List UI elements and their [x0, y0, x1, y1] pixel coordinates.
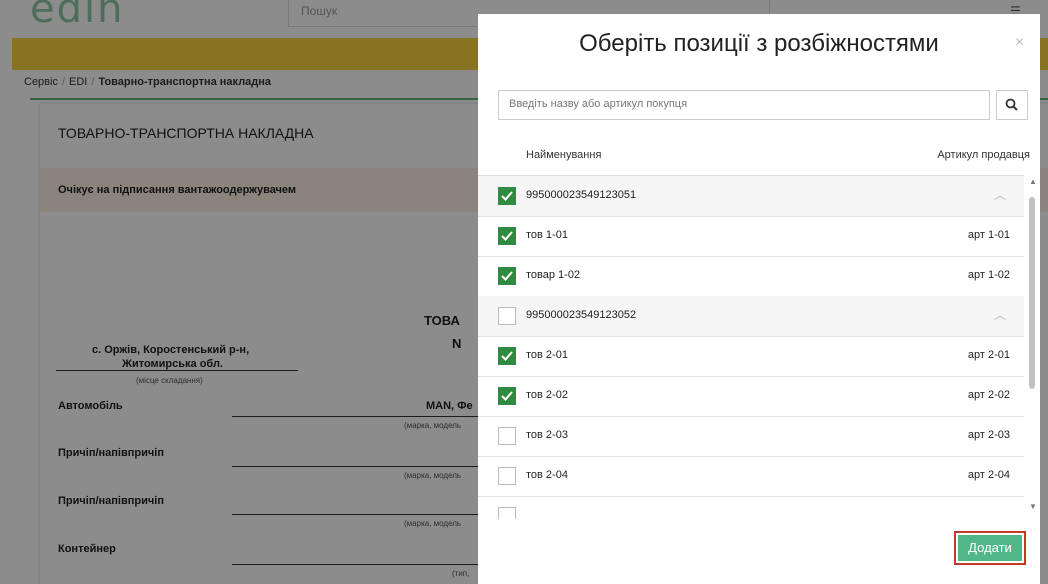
item-row[interactable] — [478, 496, 1024, 519]
checkbox[interactable] — [498, 227, 516, 245]
list-scrollbar[interactable]: ▲ ▼ — [1026, 175, 1038, 518]
position-list[interactable]: 995000023549123051 ︿ тов 1-01 арт 1-01 товар… — [478, 175, 1024, 519]
chevron-up-icon[interactable]: ︿ — [994, 306, 1006, 323]
row-article: арт 2-02 — [967, 389, 1010, 401]
select-discrepancy-modal: Оберіть позиції з розбіжностями × Введіт… — [478, 14, 1040, 584]
add-button-highlight: Додати — [954, 531, 1026, 565]
column-header-article: Артикул продавця — [937, 149, 1030, 161]
scroll-up-arrow-icon[interactable]: ▲ — [1029, 177, 1037, 186]
checkmark-icon — [501, 351, 513, 361]
checkbox[interactable] — [498, 347, 516, 365]
add-button[interactable]: Додати — [958, 535, 1022, 561]
scroll-thumb[interactable] — [1029, 197, 1035, 389]
row-name: 995000023549123051 — [526, 189, 637, 201]
item-row[interactable]: тов 2-03 арт 2-03 — [478, 416, 1024, 457]
scroll-down-arrow-icon[interactable]: ▼ — [1029, 502, 1037, 511]
chevron-up-icon[interactable]: ︿ — [994, 186, 1006, 203]
checkbox[interactable] — [498, 267, 516, 285]
modal-search-button[interactable] — [996, 90, 1028, 120]
checkmark-icon — [501, 391, 513, 401]
row-name: товар 1-02 — [526, 269, 581, 281]
checkbox[interactable] — [498, 427, 516, 445]
modal-search-input[interactable]: Введіть назву або артикул покупця — [498, 90, 990, 120]
row-name: тов 2-01 — [526, 349, 568, 361]
modal-title: Оберіть позиції з розбіжностями — [579, 30, 939, 57]
modal-search-placeholder: Введіть назву або артикул покупця — [509, 98, 688, 110]
row-article: арт 1-02 — [967, 269, 1010, 281]
item-row[interactable]: тов 2-04 арт 2-04 — [478, 456, 1024, 497]
row-article: арт 2-01 — [967, 349, 1010, 361]
row-name: тов 2-04 — [526, 469, 568, 481]
checkbox[interactable] — [498, 387, 516, 405]
search-icon — [1005, 98, 1018, 111]
row-name: тов 1-01 — [526, 229, 568, 241]
column-header-name: Найменування — [526, 149, 602, 161]
checkmark-icon — [501, 231, 513, 241]
close-icon[interactable]: × — [1015, 34, 1024, 52]
group-row[interactable]: 995000023549123051 ︿ — [478, 176, 1024, 217]
row-name: тов 2-02 — [526, 389, 568, 401]
item-row[interactable]: тов 2-02 арт 2-02 — [478, 376, 1024, 417]
item-row[interactable]: товар 1-02 арт 1-02 — [478, 256, 1024, 297]
checkbox[interactable] — [498, 307, 516, 325]
row-article: арт 2-04 — [967, 469, 1010, 481]
item-row[interactable]: тов 2-01 арт 2-01 — [478, 336, 1024, 377]
checkbox[interactable] — [498, 467, 516, 485]
checkmark-icon — [501, 271, 513, 281]
row-name: 995000023549123052 — [526, 309, 637, 321]
row-article: арт 2-03 — [967, 429, 1010, 441]
row-name: тов 2-03 — [526, 429, 568, 441]
checkbox[interactable] — [498, 187, 516, 205]
row-article: арт 1-01 — [967, 229, 1010, 241]
group-row[interactable]: 995000023549123052 ︿ — [478, 296, 1024, 337]
checkmark-icon — [501, 191, 513, 201]
checkbox[interactable] — [498, 507, 516, 519]
item-row[interactable]: тов 1-01 арт 1-01 — [478, 216, 1024, 257]
